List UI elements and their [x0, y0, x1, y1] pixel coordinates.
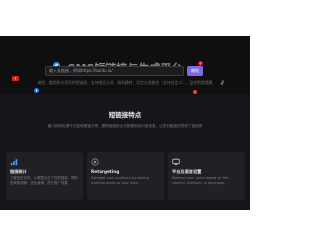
card-title: Retargeting [91, 169, 120, 174]
feature-card-statistics: 链接统计 了解谁在何时，从哪里点击了您的链接，帮助您获取洞察，优化营销，提升推广… [6, 152, 83, 200]
card-title: 链接统计 [10, 169, 27, 174]
retarget-icon [91, 158, 99, 166]
page: SMS短链接与生成平台 缩短、跟踪和分享您的短链接，支持地区分流、随机跳转、回定… [0, 0, 250, 250]
youtube-icon [12, 76, 19, 81]
features-description: 缩小的网址便于在各种渠道分享，跟踪链接的点击数据和访问者信息，让您对链接的表现了… [47, 124, 203, 128]
card-description: 了解谁在何时，从哪里点击了您的链接，帮助您获取洞察，优化营销，提升推广效果 [10, 176, 78, 185]
features-title: 短链接特点 [108, 111, 142, 119]
url-input[interactable]: 输入长链接，例如https://baidu.io/ [45, 66, 184, 76]
hero-subtitle: 缩短、跟踪和分享您的短链接，支持地区分流、随机跳转、回定分流路径（支持自定义）、… [37, 80, 213, 85]
card-title: 平台及语言设置 [172, 169, 202, 174]
card-description: Retarget your audience by adding trackin… [91, 176, 149, 185]
hero-section: SMS短链接与生成平台 缩短、跟踪和分享您的短链接，支持地区分流、随机跳转、回定… [0, 36, 250, 94]
card-description: Redirect your users based on the country… [172, 176, 229, 185]
chart-icon [10, 158, 18, 166]
shorten-button[interactable]: 缩短 [187, 66, 203, 76]
tiktok-icon [219, 79, 226, 86]
platform-icon [172, 158, 180, 166]
shorten-form: 输入长链接，例如https://baidu.io/ 缩短 [45, 66, 203, 76]
features-section: 短链接特点 缩小的网址便于在各种渠道分享，跟踪链接的点击数据和访问者信息，让您对… [0, 94, 250, 210]
facebook-icon [34, 88, 39, 93]
feature-card-retargeting: Retargeting Retarget your audience by ad… [87, 152, 164, 200]
feature-card-platform: 平台及语言设置 Redirect your users based on the… [168, 152, 245, 200]
